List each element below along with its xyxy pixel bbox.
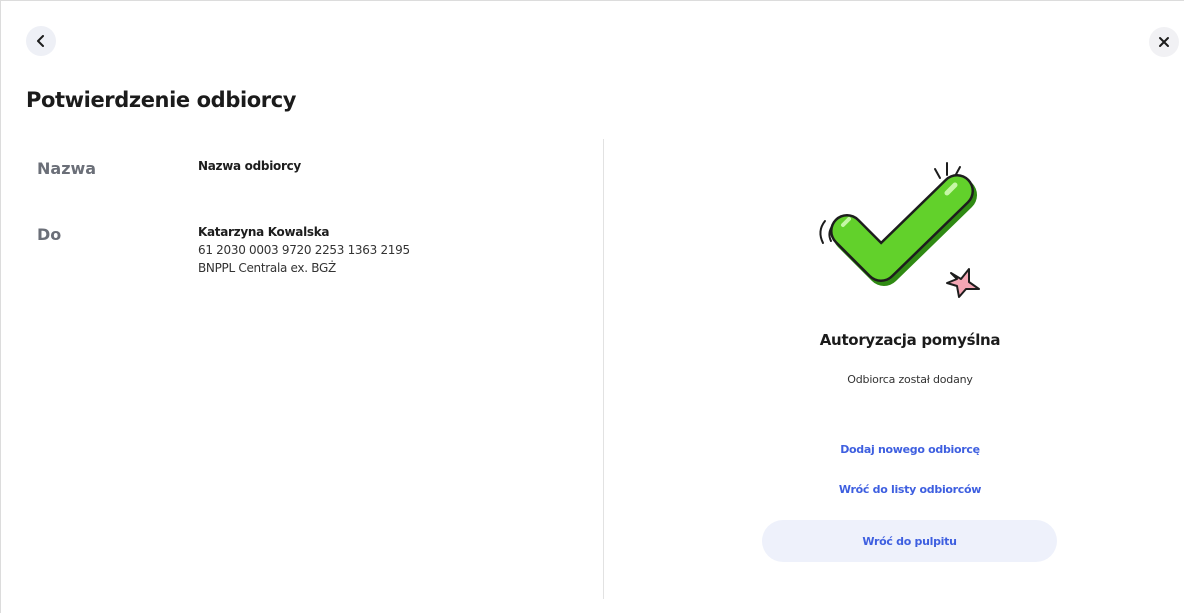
page-title: Potwierdzenie odbiorcy — [26, 88, 297, 112]
recipient-details: Katarzyna Kowalska 61 2030 0003 9720 225… — [198, 223, 410, 277]
account-number: 61 2030 0003 9720 2253 1363 2195 — [198, 243, 410, 257]
name-label: Nazwa — [37, 159, 97, 178]
column-divider — [603, 139, 604, 599]
add-new-recipient-link[interactable]: Dodaj nowego odbiorcę — [701, 443, 1119, 456]
back-to-dashboard-button[interactable]: Wróć do pulpitu — [762, 520, 1057, 562]
to-label: Do — [37, 225, 62, 244]
recipient-alias: Nazwa odbiorcy — [198, 159, 301, 173]
confirmation-page: Potwierdzenie odbiorcy Nazwa Nazwa odbio… — [0, 0, 1184, 613]
success-subtitle: Odbiorca został dodany — [847, 373, 973, 386]
bank-name: BNPPL Centrala ex. BGŻ — [198, 261, 336, 275]
chevron-left-icon — [37, 35, 44, 47]
close-icon — [1159, 37, 1169, 47]
name-value: Nazwa odbiorcy — [198, 157, 301, 175]
back-to-recipients-link[interactable]: Wróć do listy odbiorców — [701, 483, 1119, 496]
close-button[interactable] — [1149, 27, 1179, 57]
success-title: Autoryzacja pomyślna — [819, 331, 1001, 349]
back-button[interactable] — [26, 26, 56, 56]
back-to-dashboard-label: Wróć do pulpitu — [862, 534, 957, 548]
success-checkmark-icon — [819, 162, 980, 298]
recipient-name: Katarzyna Kowalska — [198, 225, 330, 239]
